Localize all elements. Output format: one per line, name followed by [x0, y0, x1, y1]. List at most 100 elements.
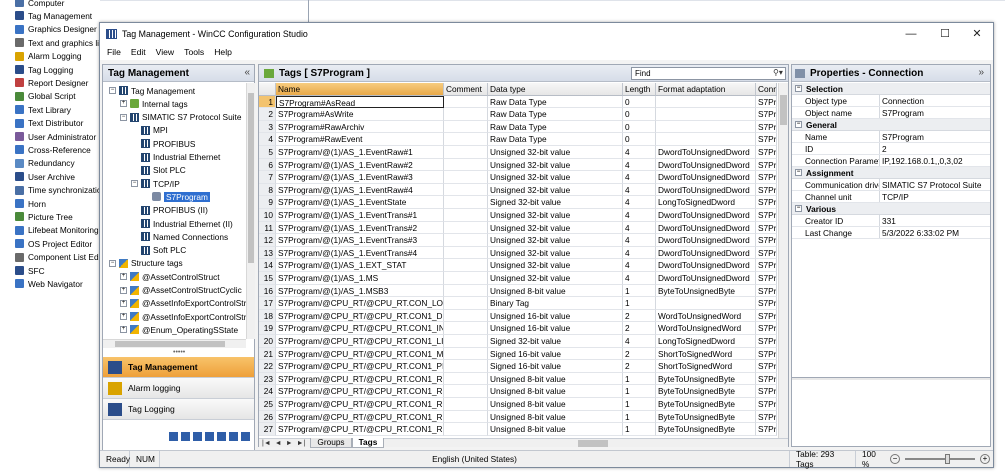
cell-data-type[interactable]: Unsigned 32-bit value: [488, 158, 623, 172]
cell-format-adaptation[interactable]: [656, 297, 756, 310]
cell-format-adaptation[interactable]: DwordToUnsignedDword: [656, 146, 756, 159]
tree-node[interactable]: Named Connections: [131, 230, 228, 243]
explorer-item[interactable]: Lifebeat Monitoring: [15, 224, 99, 237]
explorer-item[interactable]: Horn: [15, 197, 46, 210]
cell-format-adaptation[interactable]: [656, 120, 756, 134]
tree-scroll-thumb[interactable]: [248, 93, 254, 263]
cell-data-type[interactable]: Raw Data Type: [488, 120, 623, 134]
property-category[interactable]: − General: [792, 119, 990, 131]
cell-row-number[interactable]: 20: [259, 335, 276, 348]
tree-node[interactable]: + @AssetControlStruct: [120, 270, 220, 283]
table-row[interactable]: 1 S7Program#AsRead Raw Data Type 0 S7Pr: [259, 95, 777, 109]
table-row[interactable]: 14 S7Program/@(1)/AS_1.EXT_STAT Unsigned 3…: [259, 259, 777, 272]
explorer-item[interactable]: User Archive: [15, 170, 75, 183]
cell-comment[interactable]: [444, 183, 488, 197]
collapse-icon[interactable]: −: [131, 180, 138, 188]
property-value[interactable]: IP,192.168.0.1,,0,3,02: [880, 155, 990, 166]
cell-connection[interactable]: S7Pr: [756, 259, 777, 272]
cell-data-type[interactable]: Unsigned 8-bit value: [488, 372, 623, 386]
cell-connection[interactable]: S7Pr: [756, 221, 777, 235]
cell-row-number[interactable]: 13: [259, 246, 276, 260]
cell-connection[interactable]: S7Pr: [756, 120, 777, 134]
zoom-out-button[interactable]: −: [890, 454, 900, 464]
cell-comment[interactable]: [444, 221, 488, 235]
expand-icon[interactable]: +: [120, 299, 127, 307]
user-administrator-icon[interactable]: [217, 431, 226, 441]
explorer-item[interactable]: OS Project Editor: [15, 237, 92, 250]
cell-format-adaptation[interactable]: ByteToUnsignedByte: [656, 423, 756, 436]
menu-file[interactable]: File: [107, 47, 121, 57]
cell-comment[interactable]: [444, 309, 488, 323]
tree-node[interactable]: PROFIBUS: [131, 137, 195, 150]
property-category[interactable]: − Selection: [792, 83, 990, 95]
column-header-comment[interactable]: Comment: [444, 83, 488, 96]
table-row[interactable]: 17 S7Program/@CPU_RT/@CPU_RT.CON_LOA Binar…: [259, 297, 777, 310]
cell-length[interactable]: 0: [623, 95, 656, 109]
cell-tag-name[interactable]: S7Program/@CPU_RT/@CPU_RT.CON1_INT: [276, 322, 444, 335]
menu-tools[interactable]: Tools: [184, 47, 204, 57]
properties-splitter[interactable]: [792, 377, 990, 380]
cell-data-type[interactable]: Binary Tag: [488, 297, 623, 310]
cell-data-type[interactable]: Unsigned 8-bit value: [488, 410, 623, 424]
cell-format-adaptation[interactable]: DwordToUnsignedDword: [656, 171, 756, 184]
property-row[interactable]: Object name S7Program: [792, 107, 990, 119]
property-value[interactable]: 331: [880, 215, 990, 226]
cell-comment[interactable]: [444, 410, 488, 424]
expand-icon[interactable]: +: [120, 273, 127, 281]
cell-row-number[interactable]: 16: [259, 284, 276, 298]
cell-format-adaptation[interactable]: WordToUnsignedWord: [656, 309, 756, 323]
cell-data-type[interactable]: Unsigned 16-bit value: [488, 322, 623, 335]
table-row[interactable]: 8 S7Program/@(1)/AS_1.EventRaw#4 Unsigned …: [259, 183, 777, 197]
tree-node[interactable]: + Internal tags: [120, 97, 188, 110]
cell-comment[interactable]: [444, 209, 488, 222]
cell-format-adaptation[interactable]: ByteToUnsignedByte: [656, 398, 756, 411]
collapse-icon[interactable]: −: [795, 85, 802, 92]
minimize-button[interactable]: —: [896, 23, 926, 44]
collapse-left-icon[interactable]: «: [244, 67, 250, 78]
cell-connection[interactable]: S7Pr: [756, 95, 777, 109]
property-value[interactable]: SIMATIC S7 Protocol Suite: [880, 179, 990, 190]
cell-connection[interactable]: S7Pr: [756, 246, 777, 260]
property-value[interactable]: TCP/IP: [880, 191, 990, 202]
explorer-item[interactable]: Computer: [15, 0, 64, 9]
maximize-button[interactable]: ☐: [930, 23, 960, 44]
cell-length[interactable]: 0: [623, 108, 656, 121]
cell-format-adaptation[interactable]: ByteToUnsignedByte: [656, 284, 756, 298]
cell-data-type[interactable]: Unsigned 32-bit value: [488, 259, 623, 272]
cell-length[interactable]: 4: [623, 272, 656, 285]
grid-horizontal-scrollbar[interactable]: [564, 440, 774, 447]
nav-button[interactable]: Alarm logging: [103, 378, 254, 399]
property-row[interactable]: Last Change 5/3/2022 6:33:02 PM: [792, 227, 990, 239]
cell-tag-name[interactable]: S7Program/@(1)/AS_1.EventRaw#3: [276, 171, 444, 184]
cell-connection[interactable]: S7Pr: [756, 272, 777, 285]
explorer-item[interactable]: Tag Management: [15, 9, 92, 22]
cell-format-adaptation[interactable]: LongToSignedDword: [656, 335, 756, 348]
tree-node[interactable]: − TCP/IP: [131, 177, 180, 190]
cell-comment[interactable]: [444, 108, 488, 121]
cell-connection[interactable]: S7Pr: [756, 385, 777, 398]
cell-connection[interactable]: S7Pr: [756, 171, 777, 184]
cell-length[interactable]: 4: [623, 209, 656, 222]
tree-horizontal-scrollbar[interactable]: [103, 339, 246, 348]
cell-row-number[interactable]: 6: [259, 158, 276, 172]
cell-length[interactable]: 1: [623, 372, 656, 386]
column-header-data-type[interactable]: Data type: [488, 83, 623, 96]
property-row[interactable]: Creator ID 331: [792, 215, 990, 227]
cell-tag-name[interactable]: S7Program#RawArchiv: [276, 120, 444, 134]
grid-hscroll-thumb[interactable]: [578, 440, 608, 447]
cell-length[interactable]: 1: [623, 398, 656, 411]
tree-node[interactable]: Industrial Ethernet (II): [131, 217, 233, 230]
explorer-item[interactable]: Picture Tree: [15, 210, 73, 223]
menu-edit[interactable]: Edit: [131, 47, 146, 57]
cell-row-number[interactable]: 7: [259, 171, 276, 184]
menu-help[interactable]: Help: [214, 47, 232, 57]
sheet-nav-button[interactable]: ◄: [275, 440, 282, 447]
tree-node[interactable]: − Tag Management: [109, 84, 195, 97]
cell-row-number[interactable]: 2: [259, 108, 276, 121]
explorer-item[interactable]: Text Library: [15, 103, 71, 116]
cell-comment[interactable]: [444, 133, 488, 146]
table-row[interactable]: 16 S7Program/@(1)/AS_1.MSB3 Unsigned 8-bit…: [259, 284, 777, 298]
collapse-icon[interactable]: −: [795, 121, 802, 128]
cell-row-number[interactable]: 21: [259, 347, 276, 361]
cell-connection[interactable]: S7Pr: [756, 146, 777, 159]
